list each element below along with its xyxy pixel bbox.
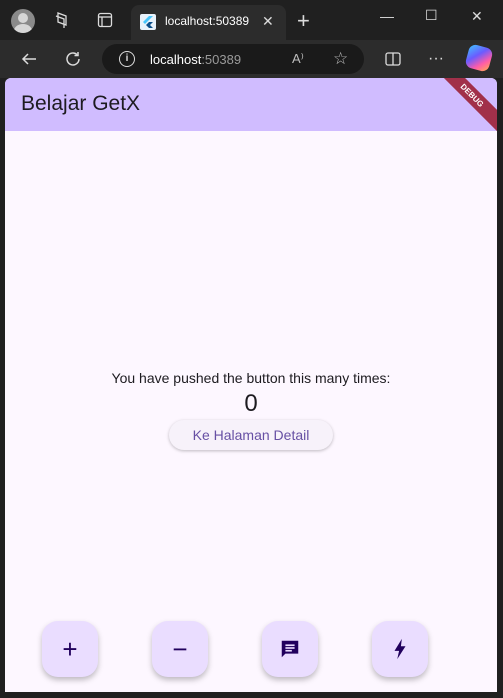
add-icon: +	[62, 633, 78, 664]
read-aloud-icon[interactable]: A⁾	[292, 51, 304, 67]
flash-icon	[394, 638, 406, 660]
site-info-icon[interactable]: i	[119, 51, 135, 67]
counter-section: You have pushed the button this many tim…	[5, 370, 497, 450]
app-viewport: Belajar GetX DEBUG You have pushed the b…	[5, 78, 497, 692]
back-icon[interactable]	[18, 48, 40, 70]
url-text: localhost:50389	[150, 52, 242, 67]
app-title: Belajar GetX	[21, 92, 141, 115]
browser-tab[interactable]: localhost:50389 ✕	[131, 5, 286, 40]
tab-title: localhost:50389	[165, 14, 250, 28]
pushed-text: You have pushed the button this many tim…	[111, 370, 391, 386]
minimize-icon[interactable]: —	[380, 8, 394, 24]
flash-button[interactable]	[372, 621, 428, 677]
split-screen-icon[interactable]	[382, 48, 404, 70]
detail-page-button[interactable]: Ke Halaman Detail	[169, 420, 333, 450]
remove-icon: −	[172, 633, 188, 664]
browser-titlebar: localhost:50389 ✕ + — ☐ ✕	[0, 0, 503, 40]
tab-actions-icon[interactable]	[95, 10, 115, 30]
message-button[interactable]	[262, 621, 318, 677]
app-bar: Belajar GetX	[5, 78, 497, 131]
new-tab-icon[interactable]: +	[297, 8, 310, 34]
increment-button[interactable]: +	[42, 621, 98, 677]
profile-avatar-icon[interactable]	[11, 9, 35, 33]
flutter-favicon-icon	[140, 14, 156, 30]
tab-close-icon[interactable]: ✕	[262, 13, 274, 30]
message-icon	[281, 640, 299, 658]
copilot-icon[interactable]	[464, 43, 494, 73]
workspaces-icon[interactable]	[52, 10, 72, 30]
url-field[interactable]: i localhost:50389 A⁾ ☆	[102, 44, 364, 74]
window-close-icon[interactable]: ✕	[471, 8, 483, 25]
decrement-button[interactable]: −	[152, 621, 208, 677]
counter-value: 0	[244, 390, 258, 417]
favorite-star-icon[interactable]: ☆	[333, 49, 348, 69]
more-menu-icon[interactable]: ···	[425, 48, 447, 70]
refresh-icon[interactable]	[62, 48, 84, 70]
maximize-icon[interactable]: ☐	[425, 7, 438, 24]
address-toolbar: i localhost:50389 A⁾ ☆ ···	[0, 40, 503, 78]
